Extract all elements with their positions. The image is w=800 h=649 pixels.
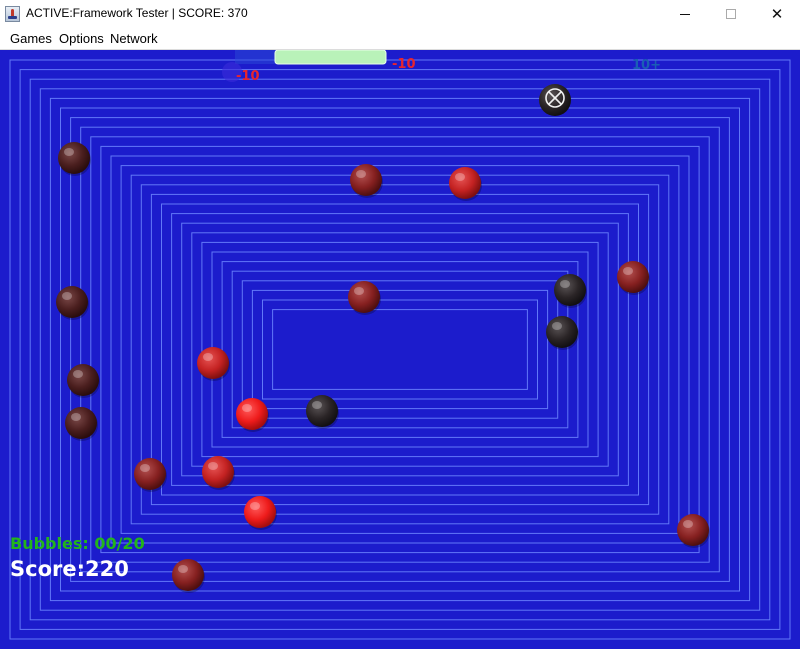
bubble-body	[306, 395, 338, 427]
spiral-ring	[60, 107, 740, 592]
bubble-body	[134, 458, 166, 490]
java-cup-icon	[5, 6, 20, 22]
score-display: Score:220	[10, 557, 129, 581]
spiral-ring	[80, 126, 720, 573]
bubble-highlight	[71, 413, 81, 421]
bubble[interactable]	[554, 274, 587, 308]
menu-options[interactable]: Options	[59, 31, 104, 46]
bubble-highlight	[354, 287, 364, 295]
bubble-highlight	[455, 173, 465, 181]
bubble[interactable]	[546, 316, 579, 350]
bubble-body	[350, 164, 382, 196]
bubble[interactable]	[134, 458, 167, 492]
bubble[interactable]	[58, 142, 91, 176]
bubble-highlight	[64, 148, 74, 156]
spiral-ring	[49, 97, 751, 602]
spiral-ring	[272, 309, 528, 390]
bubble-highlight	[242, 404, 252, 412]
window-title: ACTIVE:Framework Tester | SCORE: 370	[26, 6, 248, 20]
bubble-highlight	[208, 462, 218, 470]
bubble[interactable]	[172, 559, 205, 593]
bubble-highlight	[356, 170, 366, 178]
bubble-body	[172, 559, 204, 591]
bubble-body	[244, 496, 276, 528]
bubble-highlight	[623, 267, 633, 275]
bubble[interactable]	[236, 398, 269, 432]
spiral-ring	[70, 117, 730, 582]
bubble-body	[202, 456, 234, 488]
bubble-body	[197, 347, 229, 379]
bubble[interactable]	[67, 364, 100, 398]
bubble-highlight	[552, 322, 562, 330]
menu-games[interactable]: Games	[10, 31, 52, 46]
maximize-icon	[726, 9, 736, 19]
bubble-highlight	[178, 565, 188, 573]
bubble-highlight	[73, 370, 83, 378]
spiral-ring	[39, 88, 761, 611]
crosshair-ball-icon[interactable]	[539, 84, 571, 116]
bubble[interactable]	[350, 164, 383, 198]
spiral-ring	[221, 261, 579, 438]
bubble[interactable]	[65, 407, 98, 441]
bubble-body	[58, 142, 90, 174]
spiral-ring	[181, 222, 619, 477]
bubble-body	[677, 514, 709, 546]
bubble-highlight	[250, 502, 260, 510]
spiral-ring	[231, 270, 569, 429]
minimize-icon	[680, 13, 690, 15]
maximize-button[interactable]	[708, 0, 754, 28]
spiral-ring	[100, 145, 700, 554]
bubble[interactable]	[617, 261, 650, 295]
bubble[interactable]	[449, 167, 482, 201]
game-canvas[interactable]: -10 -10 10+ Bubbles: 00/20 Score:220	[0, 50, 800, 649]
spiral-ring	[251, 289, 549, 410]
spiral-ring	[262, 299, 538, 400]
bubble[interactable]	[306, 395, 339, 429]
bubble-body	[546, 316, 578, 348]
bubble-field	[56, 142, 710, 593]
bubble-body	[67, 364, 99, 396]
bubble-highlight	[140, 464, 150, 472]
spiral-ring	[241, 280, 559, 419]
bubble-highlight	[560, 280, 570, 288]
app-window: ACTIVE:Framework Tester | SCORE: 370 ✕ G…	[0, 0, 800, 649]
timer-bar	[274, 50, 387, 65]
bubble-body	[348, 281, 380, 313]
bubble-highlight	[312, 401, 322, 409]
bubble-body	[554, 274, 586, 306]
bubble-highlight	[62, 292, 72, 300]
bubbles-counter: Bubbles: 00/20	[10, 534, 145, 553]
bonus-text: 10+	[632, 58, 661, 73]
penalty-text: -10	[392, 57, 416, 72]
title-bar[interactable]: ACTIVE:Framework Tester | SCORE: 370 ✕	[0, 0, 800, 28]
close-button[interactable]: ✕	[754, 0, 800, 28]
bubble-body	[617, 261, 649, 293]
spiral-ring	[90, 136, 710, 563]
close-icon: ✕	[770, 4, 784, 23]
minimize-button[interactable]	[662, 0, 708, 28]
bubble-body	[56, 286, 88, 318]
bubble-body	[449, 167, 481, 199]
bubble-highlight	[203, 353, 213, 361]
bubble-highlight	[683, 520, 693, 528]
penalty-text: -10	[236, 69, 260, 84]
menu-bar: Games Options Network	[0, 28, 800, 50]
bubble-body	[65, 407, 97, 439]
spiral-ring	[150, 193, 650, 506]
bubble-body	[236, 398, 268, 430]
bubble[interactable]	[244, 496, 277, 530]
menu-network[interactable]: Network	[110, 31, 158, 46]
